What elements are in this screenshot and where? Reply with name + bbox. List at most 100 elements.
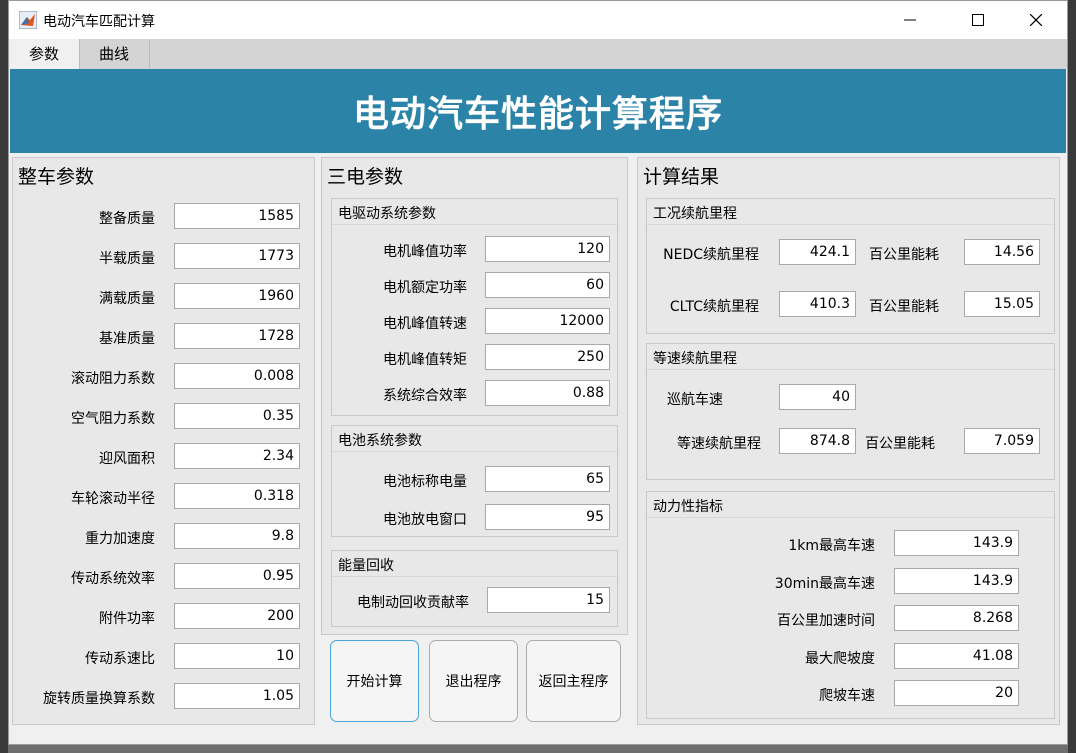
cycle-range-field[interactable]: 424.1 <box>779 239 856 265</box>
three-electric-title: 三电参数 <box>327 166 404 188</box>
maximize-button[interactable] <box>955 1 1001 39</box>
motor-param-field[interactable]: 250 <box>485 344 610 370</box>
divider <box>332 451 617 452</box>
battery-param-label: 电池放电窗口 <box>383 512 467 528</box>
vehicle-params-title: 整车参数 <box>18 166 95 188</box>
constant-speed-group: 等速续航里程 巡航车速 40 等速续航里程 874.8 百公里能耗 7.059 <box>646 343 1055 480</box>
motor-param-field[interactable]: 0.88 <box>485 380 610 406</box>
constant-range-label: 等速续航里程 <box>677 436 761 452</box>
dynamics-param-label: 百公里加速时间 <box>777 613 875 629</box>
vehicle-param-field[interactable]: 0.318 <box>174 483 300 509</box>
battery-params-group: 电池系统参数 电池标称电量 65 电池放电窗口 95 <box>331 425 618 537</box>
battery-param-field[interactable]: 95 <box>485 504 610 530</box>
dynamics-param-field[interactable]: 41.08 <box>894 642 1019 669</box>
motor-param-label: 系统综合效率 <box>383 388 467 404</box>
vehicle-param-label: 重力加速度 <box>85 531 155 547</box>
close-button[interactable] <box>1013 1 1059 39</box>
vehicle-param-field[interactable]: 2.34 <box>174 443 300 469</box>
regen-param-field[interactable]: 15 <box>487 587 610 613</box>
constant-energy-label: 百公里能耗 <box>865 436 935 452</box>
dynamics-param-field[interactable]: 20 <box>894 680 1019 706</box>
app-window: 电动汽车匹配计算 参数 曲线 电动汽车性能计算程序 整车参数 整备质量 1585 半… <box>8 0 1068 745</box>
vehicle-param-field[interactable]: 0.95 <box>174 563 300 589</box>
vehicle-param-field[interactable]: 10 <box>174 643 300 669</box>
dynamics-title: 动力性指标 <box>653 499 723 515</box>
divider <box>332 576 617 577</box>
vehicle-param-label: 整备质量 <box>99 211 155 227</box>
motor-param-field[interactable]: 120 <box>485 236 610 262</box>
vehicle-param-field[interactable]: 0.35 <box>174 403 300 429</box>
vehicle-param-label: 迎风面积 <box>99 451 155 467</box>
vehicle-param-field[interactable]: 1.05 <box>174 683 300 709</box>
tab-bar: 参数 曲线 <box>9 39 1067 69</box>
minimize-icon <box>904 19 916 21</box>
vehicle-param-label: 旋转质量换算系数 <box>43 691 155 707</box>
motor-param-label: 电机额定功率 <box>383 280 467 296</box>
divider <box>647 517 1054 518</box>
vehicle-param-field[interactable]: 200 <box>174 603 300 629</box>
constant-range-field[interactable]: 874.8 <box>779 428 856 454</box>
cycle-range-label: NEDC续航里程 <box>663 247 759 263</box>
tab-curves[interactable]: 曲线 <box>79 39 150 69</box>
dynamics-param-label: 爬坡车速 <box>819 688 875 704</box>
cycle-range-field[interactable]: 410.3 <box>779 291 856 317</box>
close-icon <box>1030 14 1042 26</box>
motor-param-field[interactable]: 12000 <box>485 308 610 334</box>
exit-button[interactable]: 退出程序 <box>429 640 518 722</box>
motor-param-label: 电机峰值功率 <box>383 244 467 260</box>
vehicle-param-field[interactable]: 1728 <box>174 323 300 349</box>
vehicle-param-field[interactable]: 1773 <box>174 243 300 269</box>
vehicle-param-label: 滚动阻力系数 <box>71 371 155 387</box>
dynamics-param-field[interactable]: 8.268 <box>894 605 1019 631</box>
motor-param-field[interactable]: 60 <box>485 272 610 298</box>
regen-title: 能量回收 <box>338 558 394 574</box>
vehicle-param-label: 传动系统效率 <box>71 571 155 587</box>
three-electric-panel: 三电参数 电驱动系统参数 电机峰值功率 120 电机额定功率 60 电机峰值转速 1200… <box>321 157 628 635</box>
dynamics-param-field[interactable]: 143.9 <box>894 530 1019 556</box>
constant-energy-field[interactable]: 7.059 <box>964 428 1040 454</box>
divider <box>647 369 1054 370</box>
minimize-button[interactable] <box>887 1 933 39</box>
vehicle-param-label: 基准质量 <box>99 331 155 347</box>
cycle-energy-label: 百公里能耗 <box>869 247 939 263</box>
window-title: 电动汽车匹配计算 <box>43 14 155 30</box>
vehicle-param-label: 半载质量 <box>99 251 155 267</box>
motor-param-label: 电机峰值转速 <box>383 316 467 332</box>
vehicle-param-field[interactable]: 0.008 <box>174 363 300 389</box>
results-title: 计算结果 <box>643 166 720 188</box>
title-bar: 电动汽车匹配计算 <box>9 1 1067 39</box>
vehicle-param-label: 满载质量 <box>99 291 155 307</box>
dynamics-param-field[interactable]: 143.9 <box>894 567 1019 594</box>
battery-params-title: 电池系统参数 <box>338 433 422 449</box>
vehicle-param-label: 传动系速比 <box>85 651 155 667</box>
vehicle-param-field[interactable]: 1960 <box>174 283 300 309</box>
matlab-icon <box>19 11 37 29</box>
cycle-energy-field[interactable]: 15.05 <box>964 291 1040 317</box>
back-to-main-button[interactable]: 返回主程序 <box>526 640 621 722</box>
start-calc-button[interactable]: 开始计算 <box>330 640 419 722</box>
dynamics-param-label: 30min最高车速 <box>774 575 875 592</box>
regen-param-label: 电制动回收贡献率 <box>357 595 469 611</box>
vehicle-params-panel: 整车参数 整备质量 1585 半载质量 1773 满载质量 1960 基准质量 1728 滚动阻… <box>12 157 315 725</box>
results-panel: 计算结果 工况续航里程 NEDC续航里程 424.1 百公里能耗 14.56 CLTC续… <box>637 157 1060 725</box>
cycle-range-label: CLTC续航里程 <box>669 299 759 315</box>
battery-param-field[interactable]: 65 <box>485 466 610 492</box>
cycle-range-title: 工况续航里程 <box>653 206 737 222</box>
vehicle-param-field[interactable]: 1585 <box>174 203 300 229</box>
cycle-range-group: 工况续航里程 NEDC续航里程 424.1 百公里能耗 14.56 CLTC续航里程 41… <box>646 198 1055 334</box>
constant-speed-title: 等速续航里程 <box>653 351 737 367</box>
cruise-speed-field[interactable]: 40 <box>779 384 856 410</box>
motor-param-label: 电机峰值转矩 <box>383 352 467 368</box>
dynamics-param-label: 最大爬坡度 <box>805 650 875 667</box>
cycle-energy-field[interactable]: 14.56 <box>964 239 1040 265</box>
tab-params[interactable]: 参数 <box>9 39 80 69</box>
maximize-icon <box>972 14 984 26</box>
dynamics-group: 动力性指标 1km最高车速 143.9 30min最高车速 143.9 百公里加速时间 8… <box>646 491 1055 719</box>
vehicle-param-field[interactable]: 9.8 <box>174 523 300 549</box>
divider <box>332 224 617 225</box>
vehicle-param-label: 空气阻力系数 <box>71 411 155 427</box>
divider <box>647 224 1054 225</box>
motor-params-title: 电驱动系统参数 <box>338 206 436 222</box>
cruise-speed-label: 巡航车速 <box>667 392 723 408</box>
battery-param-label: 电池标称电量 <box>383 474 467 490</box>
